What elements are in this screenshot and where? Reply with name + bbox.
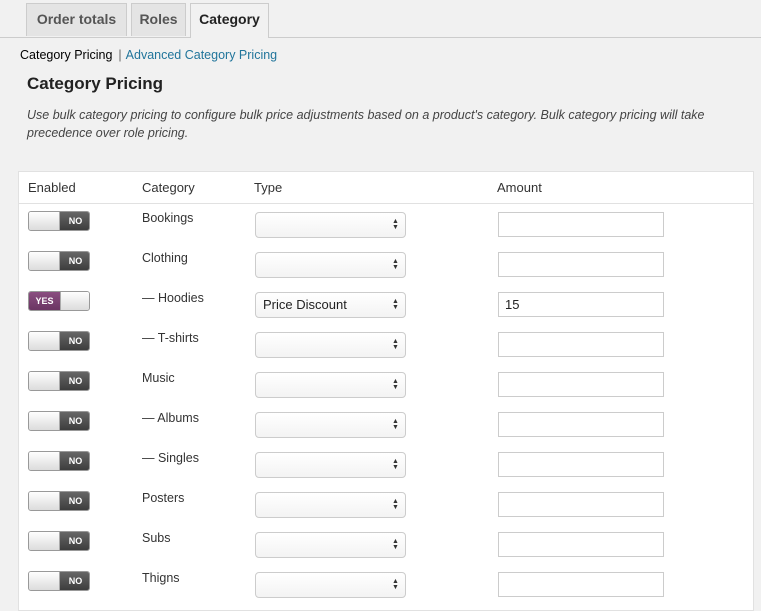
amount-input[interactable]: [498, 492, 664, 517]
category-name: Subs: [142, 531, 171, 545]
toggle-label: NO: [60, 532, 89, 550]
table-row: NO Posters ▲ ▼: [19, 483, 753, 523]
subnav-separator: |: [118, 48, 122, 62]
type-select[interactable]: ▲ ▼: [255, 252, 406, 278]
header-type: Type: [254, 180, 283, 195]
type-select[interactable]: ▲ ▼: [255, 492, 406, 518]
category-pricing-table: Enabled Category Type Amount NO Bookings ▲…: [18, 171, 754, 611]
toggle-knob: [29, 252, 60, 270]
toggle-label: NO: [60, 492, 89, 510]
toggle-label: NO: [60, 572, 89, 590]
type-select[interactable]: ▲ ▼: [255, 532, 406, 558]
table-row: NO — T-shirts ▲ ▼: [19, 323, 753, 363]
toggle-knob: [60, 292, 89, 310]
table-row: NO Bookings ▲ ▼: [19, 203, 753, 243]
toggle-label: NO: [60, 412, 89, 430]
table-row: NO — Singles ▲ ▼: [19, 443, 753, 483]
category-name: Posters: [142, 491, 185, 505]
enabled-toggle[interactable]: NO: [28, 491, 90, 511]
toggle-knob: [29, 372, 60, 390]
select-arrows-icon: ▲ ▼: [392, 258, 399, 271]
table-row: NO Thigns ▲ ▼: [19, 563, 753, 603]
tab-bar: Order totals Roles Category: [0, 0, 761, 38]
type-select[interactable]: Price Discount ▲ ▼: [255, 292, 406, 318]
toggle-knob: [29, 452, 60, 470]
toggle-label: NO: [60, 212, 89, 230]
amount-input[interactable]: [498, 412, 664, 437]
category-name: — Albums: [142, 411, 199, 425]
header-category: Category: [142, 180, 195, 195]
category-name: Music: [142, 371, 175, 385]
type-select-value: Price Discount: [263, 297, 347, 312]
select-arrows-icon: ▲ ▼: [392, 418, 399, 431]
tab-order-totals[interactable]: Order totals: [26, 3, 127, 36]
enabled-toggle[interactable]: NO: [28, 451, 90, 471]
toggle-label: NO: [60, 252, 89, 270]
select-arrows-icon: ▲ ▼: [392, 218, 399, 231]
select-arrows-icon: ▲ ▼: [392, 458, 399, 471]
amount-input[interactable]: [498, 332, 664, 357]
toggle-knob: [29, 212, 60, 230]
subnav-category-pricing[interactable]: Category Pricing: [20, 48, 112, 62]
tab-roles[interactable]: Roles: [131, 3, 186, 36]
type-select[interactable]: ▲ ▼: [255, 212, 406, 238]
header-enabled: Enabled: [28, 180, 76, 195]
select-arrows-icon: ▲ ▼: [392, 298, 399, 311]
section-description: Use bulk category pricing to configure b…: [27, 108, 705, 140]
enabled-toggle[interactable]: NO: [28, 531, 90, 551]
table-row: NO Clothing ▲ ▼: [19, 243, 753, 283]
amount-input[interactable]: [498, 572, 664, 597]
enabled-toggle[interactable]: NO: [28, 571, 90, 591]
select-arrows-icon: ▲ ▼: [392, 578, 399, 591]
sub-navigation: Category Pricing | Advanced Category Prici…: [20, 48, 277, 62]
enabled-toggle[interactable]: NO: [28, 371, 90, 391]
toggle-label: YES: [29, 292, 60, 310]
tab-category[interactable]: Category: [190, 3, 269, 38]
type-select[interactable]: ▲ ▼: [255, 372, 406, 398]
section-title: Category Pricing: [27, 74, 164, 93]
type-select[interactable]: ▲ ▼: [255, 572, 406, 598]
category-name: Thigns: [142, 571, 180, 585]
table-row: NO — Albums ▲ ▼: [19, 403, 753, 443]
amount-input[interactable]: [498, 532, 664, 557]
subnav-advanced-category-pricing[interactable]: Advanced Category Pricing: [126, 48, 277, 62]
enabled-toggle[interactable]: NO: [28, 251, 90, 271]
enabled-toggle[interactable]: NO: [28, 411, 90, 431]
select-arrows-icon: ▲ ▼: [392, 338, 399, 351]
table-row: YES — Hoodies Price Discount ▲ ▼ 15: [19, 283, 753, 323]
header-amount: Amount: [497, 180, 542, 195]
toggle-label: NO: [60, 452, 89, 470]
toggle-knob: [29, 412, 60, 430]
category-name: Bookings: [142, 211, 194, 225]
toggle-knob: [29, 492, 60, 510]
enabled-toggle[interactable]: NO: [28, 211, 90, 231]
type-select[interactable]: ▲ ▼: [255, 452, 406, 478]
category-name: — Hoodies: [142, 291, 204, 305]
toggle-label: NO: [60, 332, 89, 350]
table-header: Enabled Category Type Amount: [19, 172, 753, 204]
toggle-knob: [29, 572, 60, 590]
amount-input[interactable]: [498, 372, 664, 397]
category-name: Clothing: [142, 251, 188, 265]
enabled-toggle[interactable]: NO: [28, 331, 90, 351]
select-arrows-icon: ▲ ▼: [392, 498, 399, 511]
select-arrows-icon: ▲ ▼: [392, 378, 399, 391]
enabled-toggle[interactable]: YES: [28, 291, 90, 311]
type-select[interactable]: ▲ ▼: [255, 412, 406, 438]
toggle-knob: [29, 532, 60, 550]
select-arrows-icon: ▲ ▼: [392, 538, 399, 551]
amount-input[interactable]: [498, 252, 664, 277]
category-name: — T-shirts: [142, 331, 199, 345]
table-row: NO Subs ▲ ▼: [19, 523, 753, 563]
toggle-label: NO: [60, 372, 89, 390]
amount-input[interactable]: [498, 212, 664, 237]
toggle-knob: [29, 332, 60, 350]
amount-input[interactable]: 15: [498, 292, 664, 317]
amount-input[interactable]: [498, 452, 664, 477]
type-select[interactable]: ▲ ▼: [255, 332, 406, 358]
category-name: — Singles: [142, 451, 199, 465]
table-row: NO Music ▲ ▼: [19, 363, 753, 403]
